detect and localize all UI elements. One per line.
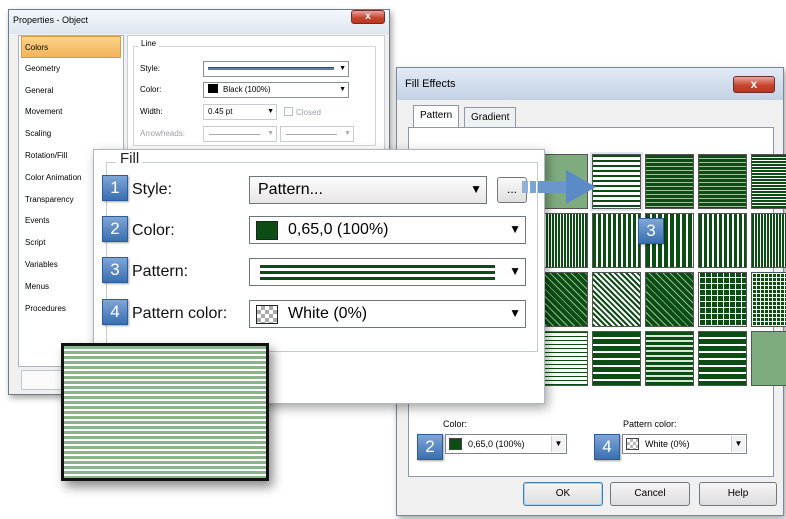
closed-checkbox[interactable]: Closed (284, 107, 321, 117)
callout-badge-4: 4 (102, 299, 128, 325)
pattern-swatch[interactable] (592, 272, 641, 327)
pattern-preview-zoom (61, 343, 269, 481)
pattern-preview-line (260, 271, 495, 274)
line-width-label: Width: (140, 107, 163, 116)
callout-badge-1: 1 (102, 175, 128, 201)
arrowhead-end-preview (286, 134, 337, 135)
line-width-select[interactable]: 0.45 pt ▼ (203, 104, 277, 120)
pattern-swatch[interactable] (751, 331, 786, 386)
category-item-general[interactable]: General (19, 80, 123, 102)
arrowhead-start-select[interactable]: ▼ (203, 126, 277, 142)
line-color-select[interactable]: Black (100%) ▼ (203, 82, 349, 98)
pattern-swatch[interactable] (592, 213, 641, 268)
chevron-down-icon: ▼ (551, 436, 565, 452)
pattern-swatch[interactable] (645, 272, 694, 327)
arrowheads-label: Arrowheads: (140, 129, 185, 138)
fill-color-swatch (256, 221, 278, 240)
pattern-swatch[interactable] (539, 272, 588, 327)
chevron-down-icon: ▼ (470, 182, 482, 196)
properties-titlebar: Properties - Object x (9, 10, 389, 34)
pattern-swatch[interactable] (539, 213, 588, 268)
pattern-swatch[interactable] (698, 213, 747, 268)
category-item-movement[interactable]: Movement (19, 101, 123, 123)
chevron-down-icon: ▼ (267, 108, 274, 115)
fe-color-select[interactable]: 0,65,0 (100%) ▼ (445, 434, 567, 454)
fe-color-label: Color: (443, 419, 468, 429)
cancel-button[interactable]: Cancel (610, 482, 690, 506)
fill-pattern-color-select[interactable]: White (0%) ▼ (249, 300, 526, 328)
fill-style-select[interactable]: Pattern... ▼ (249, 176, 487, 204)
pattern-swatch[interactable] (592, 331, 641, 386)
pattern-preview-line (260, 265, 495, 268)
tab-gradient[interactable]: Gradient (464, 107, 517, 128)
chevron-down-icon: ▼ (267, 130, 274, 137)
callout-badge-3: 3 (102, 257, 128, 283)
arrow-right-icon (522, 170, 596, 204)
arrowhead-end-select[interactable]: ▼ (280, 126, 354, 142)
category-item-scaling[interactable]: Scaling (19, 123, 123, 145)
callout-badge-2: 2 (102, 216, 128, 242)
properties-title: Properties - Object (13, 15, 89, 25)
closed-checkbox-box (284, 107, 293, 116)
fill-pattern-color-value: White (0%) (288, 305, 368, 322)
chevron-down-icon: ▼ (509, 264, 521, 278)
line-width-value: 0.45 pt (208, 107, 233, 116)
pattern-swatch-selected[interactable] (590, 152, 643, 211)
closed-label: Closed (296, 108, 321, 117)
line-group-title: Line (138, 39, 160, 48)
category-item-colors[interactable]: Colors (21, 36, 121, 58)
fe-color-swatch (449, 438, 462, 450)
callout-badge-4: 4 (594, 434, 620, 460)
line-color-swatch (208, 84, 218, 93)
pattern-swatch[interactable] (698, 154, 747, 209)
fill-pattern-select[interactable]: ▼ (249, 258, 526, 286)
pattern-swatch[interactable] (645, 154, 694, 209)
pattern-preview-line (260, 277, 495, 280)
transparent-checker-icon (626, 438, 639, 450)
fe-pattern-color-value: White (0%) (645, 439, 690, 449)
line-style-select[interactable]: ▼ (203, 61, 349, 77)
fe-pattern-color-select[interactable]: White (0%) ▼ (622, 434, 747, 454)
fill-color-value: 0,65,0 (100%) (288, 221, 389, 238)
ok-button[interactable]: OK (523, 482, 603, 506)
fill-effects-title: Fill Effects (405, 78, 456, 90)
line-color-label: Color: (140, 85, 162, 94)
chevron-down-icon: ▼ (509, 222, 521, 236)
fe-color-value: 0,65,0 (100%) (468, 439, 525, 449)
chevron-down-icon: ▼ (339, 86, 346, 93)
chevron-down-icon: ▼ (731, 436, 745, 452)
transparent-checker-icon (256, 305, 278, 324)
callout-badge-2: 2 (417, 434, 443, 460)
fe-pattern-color-label: Pattern color: (623, 419, 677, 429)
help-button[interactable]: Help (699, 482, 777, 506)
fill-style-label: Style: (132, 181, 173, 198)
callout-badge-3: 3 (638, 218, 664, 244)
line-color-value: Black (100%) (223, 85, 271, 94)
category-item-geometry[interactable]: Geometry (19, 58, 123, 80)
fill-color-select[interactable]: 0,65,0 (100%) ▼ (249, 216, 526, 244)
pattern-swatch[interactable] (645, 331, 694, 386)
pattern-swatch[interactable] (751, 154, 786, 209)
fill-pattern-color-label: Pattern color: (132, 305, 228, 322)
properties-close-button[interactable]: x (351, 10, 385, 24)
fill-style-value: Pattern... (258, 181, 323, 198)
chevron-down-icon: ▼ (509, 306, 521, 320)
line-style-preview (208, 67, 334, 70)
pattern-swatch[interactable] (751, 272, 786, 327)
tab-pattern[interactable]: Pattern (413, 105, 460, 128)
arrowhead-start-preview (209, 134, 260, 135)
fill-effects-close-button[interactable]: x (733, 76, 775, 93)
fill-pattern-label: Pattern: (132, 263, 189, 280)
fill-effects-titlebar: Fill Effects x (397, 68, 783, 100)
chevron-down-icon: ▼ (344, 130, 351, 137)
pattern-swatch[interactable] (751, 213, 786, 268)
chevron-down-icon: ▼ (339, 65, 346, 72)
fill-group-title: Fill (116, 150, 144, 167)
fill-color-label: Color: (132, 222, 175, 239)
pattern-swatch[interactable] (698, 331, 747, 386)
line-style-label: Style: (140, 64, 161, 73)
pattern-swatch[interactable] (698, 272, 747, 327)
pattern-swatch[interactable] (539, 331, 588, 386)
